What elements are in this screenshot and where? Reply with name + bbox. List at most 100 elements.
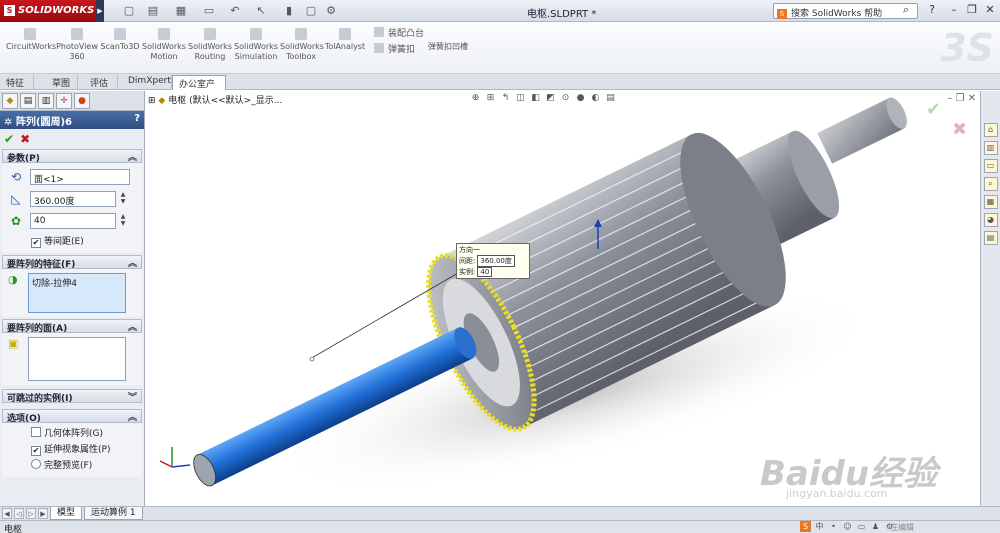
tool-scanto3d[interactable]: ScanTo3D	[100, 28, 140, 52]
ime-emoji-icon[interactable]: ☺	[842, 521, 853, 532]
full-preview-option[interactable]: 完整预览(F)	[5, 458, 139, 474]
graphics-area[interactable]: ⊞ ◆ 电枢 (默认<<默认>_显示... ⊕ ⊞ ↰ ◫ ◧ ◩ ⊙ ● ◐ ▤ – ❐ ✕ ✔…	[146, 91, 980, 506]
rebuild-icon[interactable]: ▮	[282, 4, 296, 18]
viewport-close-icon[interactable]: ✕	[968, 93, 976, 104]
tab-features[interactable]: 特征	[0, 75, 34, 90]
collapse-chevron-icon[interactable]: ︽	[128, 150, 137, 163]
prev-tab-icon[interactable]: ◁	[14, 508, 24, 519]
feature-list-item[interactable]: 切除-拉伸4	[32, 279, 77, 289]
cancel-x-icon[interactable]: ✖	[20, 132, 30, 146]
viewport-restore-icon[interactable]: ❐	[955, 93, 964, 104]
search-help-input[interactable]: S 搜索 SolidWorks 帮助	[773, 3, 918, 19]
viewport-minimize-icon[interactable]: –	[947, 93, 952, 104]
display-manager-icon[interactable]: ●	[74, 93, 90, 109]
tool-toolbox[interactable]: SolidWorks Toolbox	[280, 28, 324, 62]
new-icon[interactable]: ▢	[122, 4, 136, 18]
view-orientation-icon[interactable]: ◧	[530, 93, 541, 104]
zoom-to-fit-icon[interactable]: ⊕	[470, 93, 481, 104]
ime-lang-icon[interactable]: 中	[814, 521, 825, 532]
section-header-features[interactable]: 要阵列的特征(F) ︽	[2, 255, 142, 270]
confirm-cancel-icon[interactable]: ✖	[952, 119, 967, 140]
print-icon[interactable]: ▭	[202, 4, 216, 18]
undo-icon[interactable]: ↶	[228, 4, 242, 18]
tool-motion[interactable]: SolidWorks Motion	[142, 28, 186, 62]
tab-evaluate[interactable]: 评估	[84, 75, 118, 90]
angle-field[interactable]: 360.00度	[30, 191, 116, 207]
section-header-skip[interactable]: 可跳过的实例(I) ︾	[2, 389, 142, 404]
section-header-faces[interactable]: 要阵列的面(A) ︽	[2, 319, 142, 334]
tool-circuitworks[interactable]: CircuitWorks	[6, 28, 56, 52]
ok-check-icon[interactable]: ✔	[4, 132, 14, 146]
pattern-callout[interactable]: 方向一 间距: 360.00度 实例: 40	[456, 243, 530, 279]
section-header-options[interactable]: 选项(O) ︽	[2, 409, 142, 424]
first-tab-icon[interactable]: ◀	[2, 508, 12, 519]
display-style-icon[interactable]: ◩	[545, 93, 556, 104]
tool-tolanalyst[interactable]: TolAnalyst	[324, 28, 366, 52]
collapse-chevron-icon[interactable]: ︽	[128, 320, 137, 333]
close-icon[interactable]: ✕	[982, 2, 998, 18]
menu-arrow-icon[interactable]: ▶	[96, 0, 104, 22]
dimxpert-manager-icon[interactable]: ✛	[56, 93, 72, 109]
next-tab-icon[interactable]: ▷	[26, 508, 36, 519]
restore-icon[interactable]: ❐	[964, 2, 980, 18]
search-icon[interactable]: ⌕	[898, 2, 914, 18]
design-library-icon[interactable]: ▥	[983, 141, 998, 155]
file-explorer-icon[interactable]: ▭	[983, 159, 998, 173]
view-settings-icon[interactable]: ▤	[605, 93, 616, 104]
tool-snap-hook-groove[interactable]: 弹簧扣凹槽	[428, 42, 468, 52]
tab-model[interactable]: 模型	[50, 507, 83, 520]
tool-routing[interactable]: SolidWorks Routing	[188, 28, 232, 62]
feature-tree-icon[interactable]: ◆	[2, 93, 18, 109]
file-properties-icon[interactable]: ▢	[304, 4, 318, 18]
help-button[interactable]: ?	[134, 113, 140, 124]
expand-chevron-icon[interactable]: ︾	[128, 390, 137, 403]
tab-motion-study[interactable]: 运动算例 1	[84, 507, 143, 520]
section-header-parameters[interactable]: 参数(P) ︽	[2, 149, 142, 164]
collapse-chevron-icon[interactable]: ︽	[128, 256, 137, 269]
ime-s-icon[interactable]: S	[800, 521, 811, 532]
scene-icon[interactable]: ◐	[590, 93, 601, 104]
tool-snap-hook[interactable]: 弹簧扣	[374, 42, 415, 55]
ime-user-icon[interactable]: ♟	[870, 521, 881, 532]
minimize-icon[interactable]: –	[946, 2, 962, 18]
previous-view-icon[interactable]: ↰	[500, 93, 511, 104]
edit-appearance-icon[interactable]: ●	[575, 93, 586, 104]
tool-mounting-boss[interactable]: 装配凸台	[374, 26, 424, 39]
reverse-direction-icon[interactable]: ⟲	[8, 170, 24, 184]
tab-dimxpert[interactable]: DimXpert	[122, 75, 172, 90]
view-palette-icon[interactable]: ▦	[983, 195, 998, 209]
faces-list[interactable]	[28, 337, 126, 381]
tab-sketch[interactable]: 草图	[46, 75, 78, 90]
property-manager-icon[interactable]: ▤	[20, 93, 36, 109]
instances-field[interactable]: 40	[30, 213, 116, 229]
save-icon[interactable]: ▦	[174, 4, 188, 18]
ime-keyboard-icon[interactable]: ▭	[856, 521, 867, 532]
instances-spinner[interactable]: ▲ ▼	[118, 213, 128, 229]
zoom-area-icon[interactable]: ⊞	[485, 93, 496, 104]
confirm-ok-icon[interactable]: ✔	[926, 99, 941, 120]
ime-punct-icon[interactable]: •	[828, 521, 839, 532]
equal-spacing-checkbox[interactable]: ✔ 等间距(E)	[31, 234, 84, 248]
expand-plus-icon[interactable]: ⊞	[148, 96, 158, 106]
options-icon[interactable]: ⚙	[324, 4, 338, 18]
tool-photoview[interactable]: PhotoView 360	[56, 28, 98, 62]
tab-office-products[interactable]: 办公室产品	[172, 75, 226, 103]
select-icon[interactable]: ↖	[254, 4, 268, 18]
callout-spacing-value[interactable]: 360.00度	[477, 255, 515, 267]
last-tab-icon[interactable]: ▶	[38, 508, 48, 519]
feature-tree-flyout[interactable]: ⊞ ◆ 电枢 (默认<<默认>_显示...	[148, 93, 282, 106]
custom-properties-icon[interactable]: ▤	[983, 231, 998, 245]
hide-show-icon[interactable]: ⊙	[560, 93, 571, 104]
resources-icon[interactable]: ⌂	[983, 123, 998, 137]
section-view-icon[interactable]: ◫	[515, 93, 526, 104]
collapse-chevron-icon[interactable]: ︽	[128, 410, 137, 423]
model-view[interactable]	[146, 91, 980, 506]
open-icon[interactable]: ▤	[146, 4, 160, 18]
callout-instances-value[interactable]: 40	[477, 267, 493, 277]
geometry-pattern-option[interactable]: 几何体阵列(G)	[5, 426, 139, 442]
features-list[interactable]: 切除-拉伸4	[28, 273, 126, 313]
configuration-manager-icon[interactable]: ▥	[38, 93, 54, 109]
search-results-icon[interactable]: ⌕	[983, 177, 998, 191]
angle-spinner[interactable]: ▲ ▼	[118, 191, 128, 207]
pattern-axis-field[interactable]: 面<1>	[30, 169, 130, 185]
